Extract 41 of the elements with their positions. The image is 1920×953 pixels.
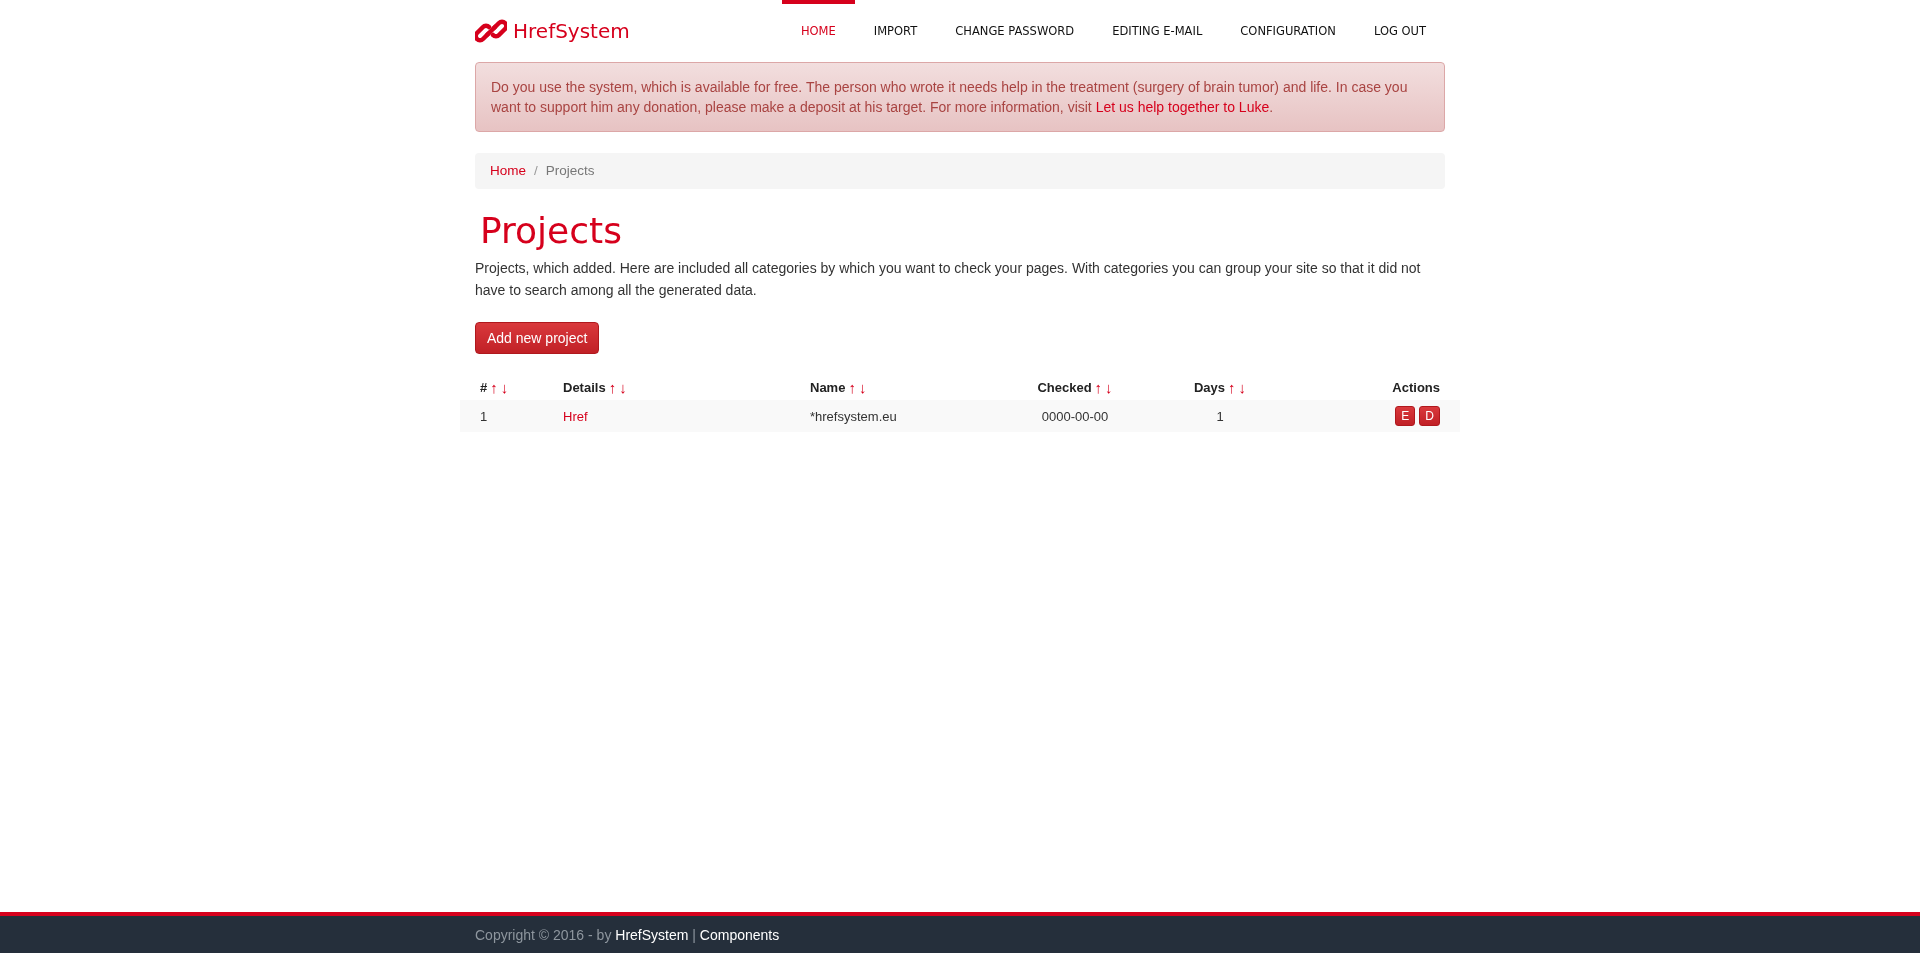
column-header: Actions: [1392, 379, 1440, 395]
page-title: Projects: [480, 209, 623, 253]
footer-link[interactable]: HrefSystem: [615, 926, 689, 943]
sort-descending-link[interactable]: ↓: [858, 378, 867, 396]
column-header: Days: [1193, 379, 1226, 395]
column-header: Checked: [1037, 379, 1092, 395]
brand-link[interactable]: HrefSystem: [513, 19, 630, 43]
breadcrumb-separator: /: [534, 162, 538, 180]
column-header: Details: [563, 379, 606, 395]
nav-link[interactable]: CONFIGURATION: [1221, 0, 1355, 62]
sort-ascending-link[interactable]: ↑: [490, 378, 498, 396]
sort-ascending-link[interactable]: ↑: [1228, 378, 1236, 396]
footer-link[interactable]: Components: [699, 926, 780, 943]
row-action-button[interactable]: D: [1419, 406, 1440, 426]
sort-descending-link[interactable]: ↓: [1105, 378, 1113, 396]
nav-link[interactable]: EDITING E-MAIL: [1093, 0, 1222, 62]
table-cell: *hrefsystem.eu: [810, 408, 897, 424]
row-action-button[interactable]: E: [1395, 406, 1416, 426]
page-description: Projects, which added. Here are included all categories by which you want to check your pages. With categories you can group your site so that it did not have to search among all the generated data.: [475, 259, 1422, 300]
details-link[interactable]: Href: [563, 408, 588, 424]
breadcrumb-current: Projects: [545, 162, 595, 180]
add-project-button[interactable]: Add new project: [475, 322, 600, 354]
sort-descending-link[interactable]: ↓: [619, 378, 627, 396]
breadcrumb-link[interactable]: Home: [490, 161, 526, 181]
donation-alert: Do you use the system, which is available for free. The person who wrote it needs help in the treatment (surgery of brain tumor) and life. In case you want to support him any donation, please make a deposit at his target. For more information, visit Let us help together to Luke.: [475, 62, 1445, 132]
sort-descending-link[interactable]: ↓: [1238, 378, 1247, 396]
table-cell: 0000-00-00: [1041, 408, 1109, 424]
sort-descending-link[interactable]: ↓: [500, 378, 509, 396]
table-cell: 1: [480, 408, 488, 424]
nav-link[interactable]: LOG OUT: [1354, 0, 1445, 62]
footer-separator: |: [691, 926, 697, 943]
sort-ascending-link[interactable]: ↑: [848, 378, 856, 396]
column-header: Name: [810, 379, 846, 395]
copyright-text: Copyright © 2016 - by: [475, 926, 613, 943]
nav-link[interactable]: CHANGE PASSWORD: [936, 0, 1094, 62]
donation-link[interactable]: Let us help together to Luke: [1095, 99, 1270, 115]
column-header: #: [480, 379, 488, 395]
sort-ascending-link[interactable]: ↑: [608, 378, 617, 396]
table-cell: 1: [1216, 408, 1224, 424]
nav-link[interactable]: IMPORT: [854, 0, 937, 62]
sort-ascending-link[interactable]: ↑: [1094, 378, 1103, 396]
